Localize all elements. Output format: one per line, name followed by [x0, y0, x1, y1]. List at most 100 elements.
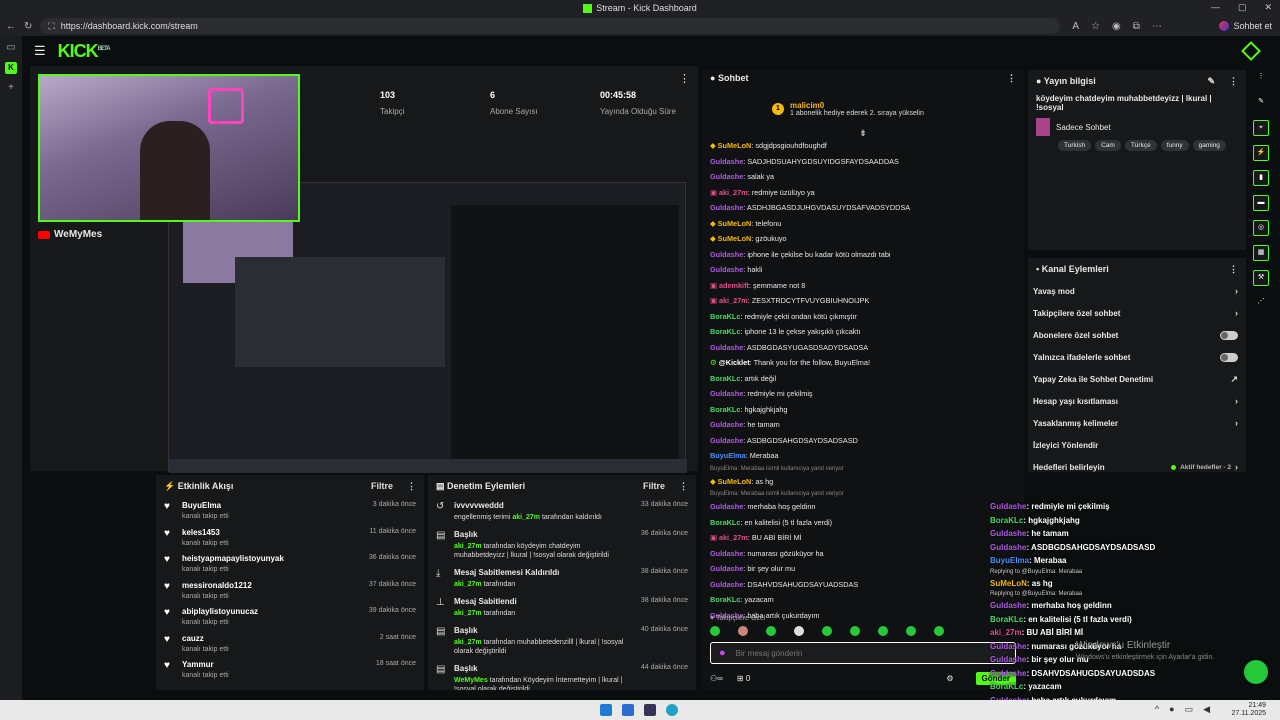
chat-username[interactable]: Guldashe	[710, 436, 743, 445]
collections-icon[interactable]: ⧉	[1133, 21, 1140, 32]
chat-username[interactable]: aki_27m	[719, 533, 748, 542]
url-field[interactable]: ⛶ https://dashboard.kick.com/stream	[40, 18, 1061, 34]
moderation-item[interactable]: ▤ Başlık WeMyMes tarafından Köydeyim İnt…	[428, 660, 696, 690]
share-icon[interactable]: ⋰	[1253, 295, 1269, 311]
moderation-user[interactable]: WeMyMes	[454, 677, 488, 684]
moderation-user[interactable]: aki_27m	[454, 610, 482, 617]
more-icon[interactable]: ⋮	[1229, 264, 1238, 275]
activity-item[interactable]: ♥ cauzz kanalı takip etti 2 saat önce	[156, 630, 424, 657]
bolt-icon[interactable]: ⚡	[1253, 145, 1269, 161]
chat-message[interactable]: Guldashe: ASDBGDSAHGDSAYDSADSASD	[702, 433, 1024, 449]
tag-chip[interactable]: funny	[1160, 140, 1189, 151]
chat-username[interactable]: Guldashe	[710, 343, 743, 352]
edge-icon[interactable]	[666, 704, 678, 716]
scroll-down-icon[interactable]: ⇟	[702, 128, 1024, 138]
chat-more-icon[interactable]: ⋮	[1007, 73, 1016, 84]
activity-user[interactable]: Yammur	[182, 660, 229, 669]
copilot-button[interactable]: Sohbet et	[1219, 21, 1272, 31]
chat-username[interactable]: Guldashe	[710, 549, 743, 558]
activity-item[interactable]: ♥ heistyapmapaylistoyunyak kanalı takip …	[156, 550, 424, 577]
chat-message[interactable]: ◆ SuMeLoN: as hg	[702, 474, 1024, 490]
activity-user[interactable]: messironaldo1212	[182, 581, 252, 590]
chat-username[interactable]: @Kicklet	[719, 358, 750, 367]
chat-username[interactable]: BoraKLc	[710, 595, 740, 604]
favorite-icon[interactable]: ☆	[1091, 21, 1100, 32]
chat-username[interactable]: Guldashe	[710, 389, 743, 398]
mail-icon[interactable]	[622, 704, 634, 716]
chat-username[interactable]: BoraKLc	[710, 374, 740, 383]
stats-more-icon[interactable]: ⋮	[679, 72, 690, 85]
broadcast-icon[interactable]: ◎	[1253, 220, 1269, 236]
activity-user[interactable]: abiplaylistoyunucaz	[182, 607, 258, 616]
chat-username[interactable]: BoraKLc	[710, 518, 740, 527]
chat-username[interactable]: Guldashe	[710, 157, 743, 166]
chat-username[interactable]: ademkift	[719, 281, 749, 290]
chat-message[interactable]: Guldashe: SADJHDSUAHYGDSUYIDGSFAYDSAADDA…	[702, 154, 1024, 170]
store-icon[interactable]	[644, 704, 656, 716]
chat-message[interactable]: Guldashe: redmiyle mi çekilmiş	[702, 386, 1024, 402]
settings-icon[interactable]: ⋯	[1152, 21, 1162, 32]
more-icon[interactable]: ⋮	[1253, 70, 1269, 86]
chat-message[interactable]: BoraKLc: iphone 13 le çekse yakışıklı çı…	[702, 324, 1024, 340]
chat-message[interactable]: Guldashe: bir şey olur mu	[702, 561, 1024, 577]
volume-icon[interactable]: ◀	[1203, 704, 1210, 715]
chat-message[interactable]: Guldashe: numarası gözüküyor ha	[702, 546, 1024, 562]
chat-input-box[interactable]: ●	[710, 642, 1016, 664]
activity-user[interactable]: heistyapmapaylistoyunyak	[182, 554, 284, 563]
layout-icon[interactable]: ▦	[1253, 245, 1269, 261]
channel-action-item[interactable]: Yasaklanmış kelimeler ›	[1028, 412, 1246, 434]
activity-user[interactable]: cauzz	[182, 634, 229, 643]
chat-message[interactable]: BoraKLc: artık değil	[702, 371, 1024, 387]
emote-icon[interactable]	[794, 626, 804, 636]
chat-username[interactable]: aki_27m	[719, 296, 748, 305]
activity-item[interactable]: ♥ messironaldo1212 kanalı takip etti 37 …	[156, 577, 424, 604]
tag-chip[interactable]: gaming	[1192, 140, 1226, 151]
more-icon[interactable]: ⋮	[407, 481, 416, 492]
add-tab-icon[interactable]: +	[5, 82, 17, 94]
channel-action-item[interactable]: Yapay Zeka ile Sohbet Denetimi ↗	[1028, 368, 1246, 390]
chat-username[interactable]: SuMeLoN	[718, 141, 752, 150]
extension-icon[interactable]: ◉	[1112, 21, 1121, 32]
activity-filter-button[interactable]: Filtre	[371, 481, 393, 492]
moderation-filter-button[interactable]: Filtre	[643, 481, 665, 492]
channel-action-item[interactable]: Abonelere özel sohbet	[1028, 324, 1246, 346]
moderation-user[interactable]: aki_27m	[454, 581, 482, 588]
more-icon[interactable]: ⋮	[679, 481, 688, 492]
moderation-user[interactable]: aki_27m	[454, 543, 482, 550]
kick-logo[interactable]: KICKBETA	[58, 41, 111, 62]
site-info-icon[interactable]: ⛶	[48, 21, 54, 32]
user-avatar-icon[interactable]	[1241, 41, 1261, 61]
wrench-icon[interactable]: ⚒	[1253, 270, 1269, 286]
moderation-item[interactable]: ▤ Başlık aki_27m tarafından köydeyim cha…	[428, 526, 696, 564]
chat-message[interactable]: BuyuElma: Merabaa	[702, 448, 1024, 464]
activity-item[interactable]: ♥ BuyuElma kanalı takip etti 3 dakika ön…	[156, 497, 424, 524]
reload-icon[interactable]: ↻	[24, 21, 32, 32]
trash-icon[interactable]: ▮	[1253, 170, 1269, 186]
channel-action-item[interactable]: Yalnızca ifadelerle sohbet	[1028, 346, 1246, 368]
chat-username[interactable]: aki_27m	[719, 188, 748, 197]
chat-message[interactable]: BoraKLc: hgkajghkjahg	[702, 402, 1024, 418]
kick-tab-icon[interactable]: K	[5, 62, 17, 74]
emote-icon[interactable]	[878, 626, 888, 636]
chat-message[interactable]: BoraKLc: en kalitelisi (5 tl fazla verdi…	[702, 515, 1024, 531]
chat-message[interactable]: ▣ aki_27m: BU ABİ BİRİ Mİ	[702, 530, 1024, 546]
emote-icon[interactable]	[906, 626, 916, 636]
chat-message[interactable]: Guldashe: hakli	[702, 262, 1024, 278]
chevron-up-icon[interactable]: ^	[1155, 704, 1159, 715]
mic-icon[interactable]: ●	[719, 647, 726, 659]
activity-item[interactable]: ♥ abiplaylistoyunucaz kanalı takip etti …	[156, 603, 424, 630]
activity-user[interactable]: BuyuElma	[182, 501, 229, 510]
chat-username[interactable]: SuMeLoN	[718, 219, 752, 228]
moderation-user[interactable]: aki_27m	[512, 514, 540, 521]
channel-action-item[interactable]: Yavaş mod ›	[1028, 280, 1246, 302]
activity-user[interactable]: keles1453	[182, 528, 229, 537]
tag-chip[interactable]: Cam	[1095, 140, 1121, 151]
tag-chip[interactable]: Türkçe	[1124, 140, 1157, 151]
more-icon[interactable]: ⋮	[1229, 76, 1238, 87]
back-icon[interactable]: ←	[6, 21, 16, 32]
chat-message[interactable]: ⚙ @Kicklet: Thank you for the follow, Bu…	[702, 355, 1024, 371]
moderation-item[interactable]: ⊥ Mesaj Sabitlendi aki_27m tarafından 38…	[428, 593, 696, 622]
chat-message[interactable]: Guldashe: he tamam	[702, 417, 1024, 433]
chat-username[interactable]: Guldashe	[710, 250, 743, 259]
chat-message[interactable]: Guldashe: ASDBGDASYUGASDSADYDSADSA	[702, 340, 1024, 356]
